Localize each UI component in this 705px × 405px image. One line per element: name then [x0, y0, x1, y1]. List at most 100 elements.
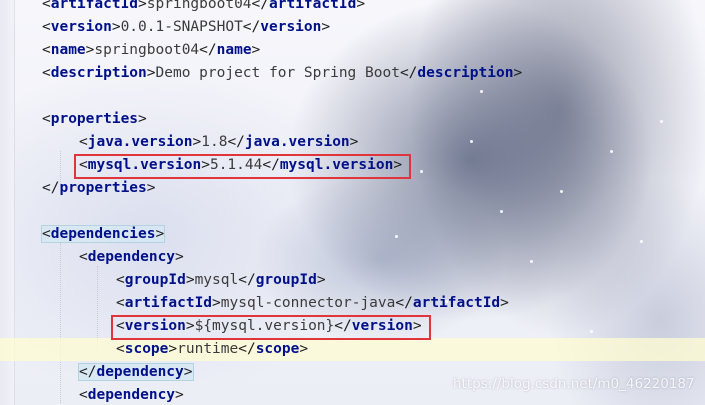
- bracket: </: [42, 180, 60, 196]
- bracket: >: [321, 19, 331, 35]
- code-line[interactable]: <dependencies>: [0, 223, 705, 246]
- tag-value: springboot04: [146, 0, 252, 12]
- tag-name: scope: [124, 341, 169, 357]
- tag-value: mysql-connector-java: [220, 295, 396, 311]
- code-text: <dependency>: [79, 246, 184, 269]
- bracket: >: [356, 0, 366, 12]
- code-text: <dependencies>: [40, 223, 166, 246]
- bracket: <: [42, 226, 51, 242]
- bracket: >: [212, 295, 221, 311]
- bracket: >: [316, 272, 326, 288]
- tag-value: springboot04: [94, 42, 200, 58]
- code-line[interactable]: <properties>: [0, 108, 705, 131]
- tag-name: dependency: [87, 387, 176, 403]
- code-line[interactable]: <name>springboot04</name>: [0, 39, 705, 62]
- code-line[interactable]: <groupId>mysql</groupId>: [0, 269, 705, 292]
- tag-name: artifactId: [124, 295, 213, 311]
- xml-close-tag: </version>: [243, 19, 330, 35]
- tag-value: Demo project for Spring Boot: [155, 65, 400, 81]
- tag-name: version: [50, 19, 112, 35]
- bracket: </: [242, 19, 261, 35]
- tag-value: 1.8: [201, 134, 228, 150]
- xml-close-tag: </properties>: [42, 180, 156, 196]
- xml-open-tag: <properties>: [42, 111, 147, 127]
- xml-open-tag: <dependency>: [79, 249, 184, 265]
- code-text: <artifactId>springboot04</artifactId>: [42, 0, 365, 16]
- xml-open-tag: <java.version>: [79, 134, 201, 150]
- code-line[interactable]: <artifactId>mysql-connector-java</artifa…: [0, 292, 705, 315]
- xml-close-tag: </artifactId>: [395, 295, 509, 311]
- code-line[interactable]: <java.version>1.8</java.version>: [0, 131, 705, 154]
- bracket: <: [42, 42, 51, 58]
- tag-name: description: [50, 65, 147, 81]
- bracket: >: [185, 272, 195, 288]
- xml-open-tag: <artifactId>: [116, 295, 221, 311]
- tag-name: properties: [50, 111, 139, 127]
- bracket: >: [183, 364, 193, 380]
- tag-name: dependency: [87, 249, 176, 265]
- bracket: </: [399, 65, 418, 81]
- xml-close-tag: </dependency>: [78, 363, 194, 381]
- xml-open-tag: <artifactId>: [42, 0, 147, 12]
- tag-name: scope: [255, 341, 300, 357]
- code-line[interactable]: <description>Demo project for Spring Boo…: [0, 62, 705, 85]
- code-line[interactable]: <artifactId>springboot04</artifactId>: [0, 0, 705, 16]
- xml-open-tag: <name>: [42, 42, 94, 58]
- code-text: <groupId>mysql</groupId>: [116, 269, 326, 292]
- bracket: </: [199, 42, 217, 58]
- tag-name: groupId: [255, 272, 317, 288]
- tag-name: properties: [59, 180, 147, 196]
- bracket: </: [395, 295, 413, 311]
- code-text: <artifactId>mysql-connector-java</artifa…: [116, 292, 509, 315]
- bracket: >: [299, 341, 309, 357]
- bracket: <: [79, 387, 88, 403]
- code-text: </dependency>: [78, 361, 194, 384]
- code-text: <version>0.0.1-SNAPSHOT</version>: [42, 16, 330, 39]
- code-text: <name>springboot04</name>: [42, 39, 260, 62]
- xml-open-tag: <dependency>: [79, 387, 184, 403]
- bracket: </: [251, 0, 270, 12]
- bracket: </: [238, 341, 256, 357]
- bracket: >: [155, 226, 165, 242]
- xml-close-tag: </java.version>: [227, 134, 358, 150]
- tag-name: dependency: [96, 364, 184, 380]
- xml-close-tag: </scope>: [238, 341, 308, 357]
- code-line[interactable]: [0, 200, 705, 223]
- bracket: >: [111, 19, 121, 35]
- code-line[interactable]: <version>0.0.1-SNAPSHOT</version>: [0, 16, 705, 39]
- tag-name: description: [417, 65, 514, 81]
- code-line[interactable]: </properties>: [0, 177, 705, 200]
- bracket: </: [79, 364, 97, 380]
- tag-name: name: [50, 42, 86, 58]
- bracket: <: [42, 19, 51, 35]
- tag-name: version: [260, 19, 322, 35]
- code-editor[interactable]: <artifactId>springboot04</artifactId> <ve…: [0, 0, 705, 405]
- bracket: </: [238, 272, 256, 288]
- code-line[interactable]: <dependency>: [0, 246, 705, 269]
- tag-name: artifactId: [269, 0, 357, 12]
- code-line[interactable]: [0, 85, 705, 108]
- tag-name: java.version: [244, 134, 350, 150]
- bracket: >: [513, 65, 523, 81]
- red-highlight-box: [111, 315, 431, 340]
- bracket: >: [146, 65, 156, 81]
- bracket: >: [146, 180, 156, 196]
- xml-close-tag: </name>: [199, 42, 260, 58]
- xml-close-tag: </groupId>: [238, 272, 325, 288]
- bracket: <: [79, 134, 88, 150]
- tag-value: mysql: [194, 272, 239, 288]
- tag-name: artifactId: [412, 295, 501, 311]
- tag-name: name: [216, 42, 252, 58]
- tag-value: runtime: [177, 341, 239, 357]
- code-text: <scope>runtime</scope>: [116, 338, 308, 361]
- xml-open-tag: <dependencies>: [40, 225, 166, 243]
- bracket: >: [175, 387, 184, 403]
- bracket: <: [42, 65, 51, 81]
- code-line[interactable]: <scope>runtime</scope>: [0, 338, 705, 361]
- code-text: </properties>: [42, 177, 156, 200]
- bracket: >: [251, 42, 261, 58]
- bracket: <: [116, 295, 125, 311]
- bracket: <: [42, 111, 51, 127]
- bracket: >: [500, 295, 509, 311]
- tag-name: dependencies: [50, 226, 156, 242]
